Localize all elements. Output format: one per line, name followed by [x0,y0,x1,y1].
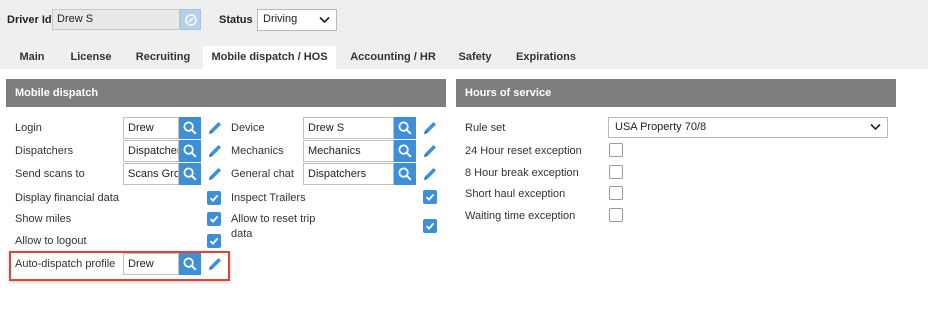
driver-link-button[interactable] [180,9,201,30]
device-label: Device [231,122,265,134]
mechanics-label: Mechanics [231,145,284,157]
driver-id-field[interactable]: Drew S [52,9,180,30]
tab-recruiting[interactable]: Recruiting [128,46,198,69]
device-search-button[interactable] [394,117,416,139]
status-value: Driving [263,13,298,25]
tab-mobile-dispatch-hos[interactable]: Mobile dispatch / HOS [203,46,336,69]
search-icon [183,121,197,135]
inspect-trailers-label: Inspect Trailers [231,192,306,204]
check-icon [209,194,219,202]
tab-main[interactable]: Main [9,46,55,69]
pencil-icon [209,122,221,134]
device-edit-button[interactable] [421,119,439,137]
rule-set-value: USA Property 70/8 [615,121,707,133]
general-chat-edit-button[interactable] [421,165,439,183]
allow-reset-trip-label-line1: Allow to reset trip [231,213,316,225]
check-icon [425,193,435,201]
tab-license[interactable]: License [62,46,120,69]
dispatchers-edit-button[interactable] [206,142,224,160]
chevron-down-icon [870,123,881,131]
inspect-trailers-checkbox[interactable] [423,190,437,204]
short-haul-label: Short haul exception [465,188,566,200]
short-haul-checkbox[interactable] [609,186,623,200]
show-miles-label: Show miles [15,213,72,225]
tab-safety[interactable]: Safety [450,46,500,69]
general-chat-field[interactable]: Dispatchers [303,163,394,185]
allow-reset-trip-label-line2: data [231,228,253,240]
mechanics-edit-button[interactable] [421,142,439,160]
send-scans-to-field[interactable]: Scans Group [123,163,179,185]
pencil-icon [209,145,221,157]
search-icon [398,144,412,158]
rule-set-select[interactable]: USA Property 70/8 [608,117,888,138]
break-8h-label: 8 Hour break exception [465,167,579,179]
pencil-icon [209,168,221,180]
general-chat-label: General chat [231,168,294,180]
rule-set-label: Rule set [465,122,506,134]
dispatchers-label: Dispatchers [15,145,74,157]
chevron-down-icon [319,16,330,24]
status-select[interactable]: Driving [257,9,337,31]
tab-expirations[interactable]: Expirations [508,46,584,69]
allow-to-logout-checkbox[interactable] [207,234,221,248]
check-icon [209,237,219,245]
reset-24h-checkbox[interactable] [609,143,623,157]
allow-reset-trip-data-checkbox[interactable] [423,219,437,233]
pencil-icon [424,168,436,180]
login-field[interactable]: Drew [123,117,179,139]
break-8h-checkbox[interactable] [609,165,623,179]
pencil-icon [424,145,436,157]
waiting-time-label: Waiting time exception [465,210,576,222]
login-search-button[interactable] [179,117,201,139]
reset-24h-label: 24 Hour reset exception [465,145,582,157]
show-miles-checkbox[interactable] [207,212,221,226]
send-scans-to-search-button[interactable] [179,163,201,185]
hours-of-service-header: Hours of service [456,79,896,107]
mechanics-field[interactable]: Mechanics [303,140,394,162]
login-label: Login [15,122,42,134]
send-scans-to-label: Send scans to [15,168,85,180]
check-icon [425,222,435,230]
pencil-icon [424,122,436,134]
dispatchers-field[interactable]: Dispatchers [123,140,179,162]
display-financial-data-checkbox[interactable] [207,191,221,205]
mechanics-search-button[interactable] [394,140,416,162]
login-edit-button[interactable] [206,119,224,137]
search-icon [183,167,197,181]
driver-header: Driver Id Drew S Status Driving Main Lic… [0,0,928,69]
device-field[interactable]: Drew S [303,117,394,139]
check-icon [209,215,219,223]
general-chat-search-button[interactable] [394,163,416,185]
send-scans-to-edit-button[interactable] [206,165,224,183]
search-icon [398,167,412,181]
waiting-time-checkbox[interactable] [609,208,623,222]
link-icon [184,13,197,26]
search-icon [183,144,197,158]
driver-id-label: Driver Id [7,14,52,26]
display-financial-data-label: Display financial data [15,192,119,204]
auto-dispatch-highlight-box [9,251,230,281]
allow-to-logout-label: Allow to logout [15,235,87,247]
status-label: Status [219,14,253,26]
dispatchers-search-button[interactable] [179,140,201,162]
mobile-dispatch-header: Mobile dispatch [6,79,446,107]
tab-accounting-hr[interactable]: Accounting / HR [344,46,442,69]
search-icon [398,121,412,135]
